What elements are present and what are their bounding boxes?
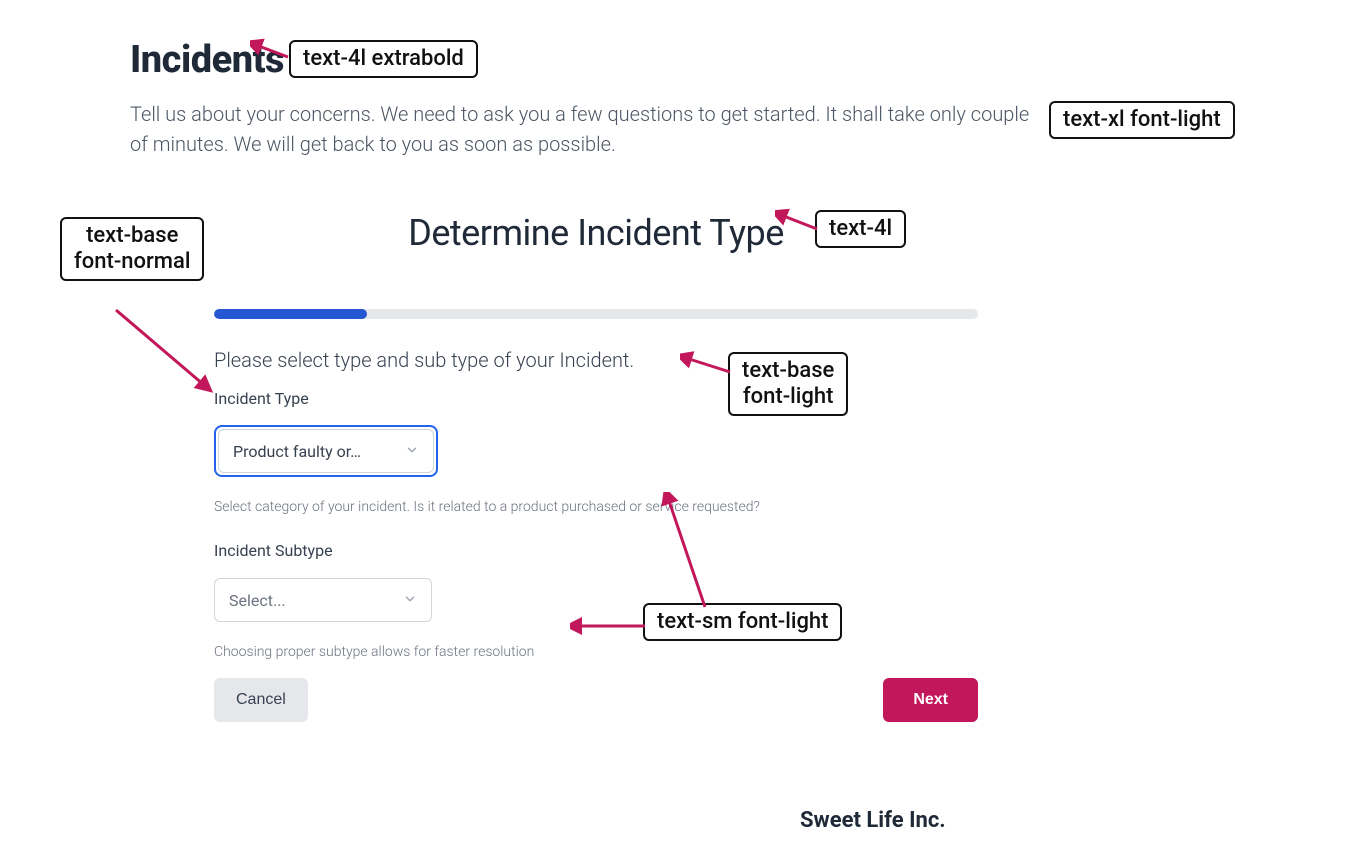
annotation-label: text-basefont-normal	[60, 217, 204, 281]
incident-subtype-placeholder: Select...	[229, 591, 286, 610]
annotation-arrow-icon	[106, 300, 216, 400]
form-actions: Cancel Next	[214, 678, 978, 722]
annotation-label: text-4l	[815, 210, 906, 248]
incident-subtype-helper: Choosing proper subtype allows for faste…	[214, 644, 978, 660]
chevron-down-icon	[405, 442, 419, 461]
incident-type-helper: Select category of your incident. Is it …	[214, 499, 978, 515]
annotation-label: text-xl font-light	[1049, 101, 1235, 139]
cancel-button[interactable]: Cancel	[214, 678, 308, 722]
incident-type-value: Product faulty or…	[233, 442, 361, 461]
incident-subtype-field: Select...	[214, 578, 432, 622]
annotation-label: text-sm font-light	[643, 603, 842, 641]
incident-type-field: Product faulty or…	[214, 425, 438, 477]
next-button[interactable]: Next	[883, 678, 978, 722]
annotation-label: text-basefont-light	[728, 352, 848, 416]
chevron-down-icon	[403, 591, 417, 610]
footer-company: Sweet Life Inc.	[800, 808, 946, 833]
progress-bar	[214, 309, 978, 319]
progress-fill	[214, 309, 367, 319]
annotation-label: text-4l extrabold	[289, 40, 478, 78]
page-title: Incidents	[130, 38, 284, 82]
incident-subtype-label: Incident Subtype	[214, 541, 978, 560]
page-subtitle: Tell us about your concerns. We need to …	[130, 99, 1040, 159]
incident-type-select[interactable]: Product faulty or…	[218, 429, 434, 473]
form-instruction: Please select type and sub type of your …	[214, 348, 978, 372]
incident-type-label: Incident Type	[214, 389, 978, 408]
incident-form: Determine Incident Type Please select ty…	[214, 212, 978, 722]
incident-subtype-select[interactable]: Select...	[214, 578, 432, 622]
